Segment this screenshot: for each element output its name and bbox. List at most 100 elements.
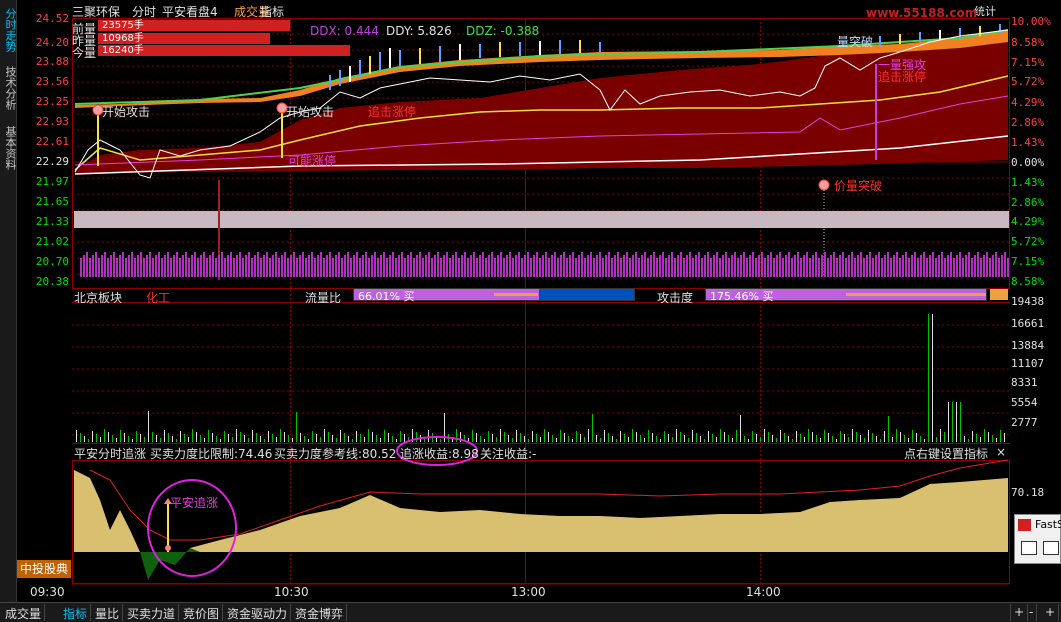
y-right-12: 7.15%	[1011, 255, 1045, 268]
y-left-5: 22.93	[35, 115, 69, 128]
tab-intraday[interactable]: 分时走势	[1, 8, 17, 52]
y-right-5: 2.86%	[1011, 116, 1045, 129]
stock-terminal: 分时走势 技术分析 基本资料 三聚环保 分时 平安看盘4 成交量 指标 统计 w…	[0, 0, 1061, 622]
vol-row-value-3: 16240手	[98, 45, 350, 56]
indicator-limit: 买卖力度比限制:74.46	[150, 447, 273, 461]
annot-price-volume-break: 价量突破	[834, 179, 883, 193]
annot-start-attack-2: 开始攻击	[286, 105, 335, 119]
y-right-0: 10.00%	[1011, 15, 1051, 28]
btab-zoom-out[interactable]: -	[1026, 604, 1038, 621]
pressure-band	[74, 211, 1009, 228]
mode-intraday[interactable]: 分时	[132, 3, 156, 20]
y-left-6: 22.61	[35, 135, 69, 148]
vol-axis-6: 2777	[1011, 416, 1038, 429]
ddx-value: DDX: 0.444	[310, 24, 379, 38]
vol-axis-0: 19438	[1011, 295, 1045, 308]
stats-button[interactable]: 统计	[974, 3, 996, 19]
purple-strip	[80, 252, 1009, 277]
annot-volume-break: 量突破	[837, 35, 874, 49]
fast-label: FastS	[1035, 518, 1061, 531]
flow-ratio-value: 66.01% 买	[358, 290, 415, 303]
btab-volume-ratio[interactable]: 量比	[92, 604, 124, 621]
y-left-4: 23.25	[35, 95, 69, 108]
ddz-value: DDZ: -0.388	[466, 24, 540, 38]
y-left-12: 20.70	[35, 255, 69, 268]
watermark: www.55188.com	[866, 6, 978, 20]
y-right-1: 8.58%	[1011, 36, 1045, 49]
tool-indicator[interactable]: 指标	[260, 3, 284, 20]
tab-technical[interactable]: 技术分析	[1, 66, 17, 110]
y-left-2: 23.88	[35, 55, 69, 68]
volume-bars	[76, 314, 1005, 442]
time-1030: 10:30	[274, 585, 309, 599]
btab-volume[interactable]: 成交量	[2, 604, 46, 621]
ddy-value: DDY: 5.826	[386, 24, 452, 38]
btab-capital-game[interactable]: 资金博弈	[292, 604, 348, 621]
vol-row-value-1: 23575手	[98, 20, 290, 31]
btab-add[interactable]: +	[1042, 604, 1060, 621]
indicator-close-button[interactable]: ×	[996, 445, 1006, 459]
sidebar: 分时走势 技术分析 基本资料	[0, 0, 17, 602]
attack-value: 175.46% 买	[710, 290, 774, 303]
vol-row-value-2: 10968手	[98, 33, 270, 44]
tab-fundamental[interactable]: 基本资料	[1, 126, 17, 170]
indicator-marker: 平安追涨	[170, 496, 219, 510]
btab-indicator[interactable]: 指标	[60, 604, 92, 621]
tool-pingan[interactable]: 平安看盘4	[162, 3, 218, 20]
y-right-3: 5.72%	[1011, 75, 1045, 88]
vol-row-label-3: 今量	[72, 46, 97, 60]
y-left-3: 23.56	[35, 75, 69, 88]
time-1300: 13:00	[511, 585, 546, 599]
indicator-name: 平安分时追涨	[74, 447, 147, 461]
y-left-0: 24.52	[35, 12, 69, 25]
annot-possible-limit: 可能涨停	[288, 154, 337, 168]
y-right-9: 2.86%	[1011, 196, 1045, 209]
btab-auction[interactable]: 竞价图	[180, 604, 224, 621]
annot-chase-limit: 追击涨停	[368, 105, 417, 119]
attack-label: 攻击度	[657, 291, 694, 305]
indicator-ref: 买卖力度参考线:80.52	[274, 447, 397, 461]
vol-axis-4: 8331	[1011, 376, 1038, 389]
flow-ratio-label: 流量比	[305, 291, 342, 305]
flow-ratio-bar: 66.01% 买	[353, 288, 635, 303]
indicator-area	[74, 470, 1008, 552]
annot-top-b: 追击涨停	[878, 70, 927, 84]
y-left-7: 22.29	[35, 155, 69, 168]
vol-axis-2: 13884	[1011, 339, 1045, 352]
indicator-axis-value: 70.18	[1011, 486, 1045, 499]
stock-name: 三聚环保	[72, 5, 121, 19]
fast-popup[interactable]: FastS	[1014, 514, 1061, 564]
brand-button[interactable]: 中投股典	[17, 560, 71, 578]
y-right-2: 7.15%	[1011, 56, 1045, 69]
indicator-gain: 追涨收益:8.98	[400, 447, 479, 461]
y-right-6: 1.43%	[1011, 136, 1045, 149]
y-right-10: 4.29%	[1011, 215, 1045, 228]
bottom-tabbar: 成交量 指标 量比 买卖力道 竞价图 资金驱动力 资金博弈 + - +	[0, 602, 1061, 622]
btab-buy-sell[interactable]: 买卖力道	[124, 604, 180, 621]
y-right-11: 5.72%	[1011, 235, 1045, 248]
indicator-focus: 关注收益:-	[480, 447, 537, 461]
attack-bar: 175.46% 买	[705, 288, 987, 303]
btab-capital-drive[interactable]: 资金驱动力	[224, 604, 292, 621]
y-right-7: 0.00%	[1011, 156, 1045, 169]
vol-axis-5: 5554	[1011, 396, 1038, 409]
indicator-settings[interactable]: 点右键设置指标	[904, 445, 988, 462]
y-left-1: 24.20	[35, 36, 69, 49]
y-left-8: 21.97	[35, 175, 69, 188]
time-1400: 14:00	[746, 585, 781, 599]
fast-logo-icon	[1018, 519, 1031, 531]
y-right-13: 8.58%	[1011, 275, 1045, 288]
y-left-10: 21.33	[35, 215, 69, 228]
y-left-9: 21.65	[35, 195, 69, 208]
y-right-4: 4.29%	[1011, 96, 1045, 109]
board-sector[interactable]: 化工	[146, 289, 170, 306]
fast-window-icon[interactable]	[1021, 541, 1037, 555]
annot-start-attack-1: 开始攻击	[102, 105, 151, 119]
y-left-13: 20.38	[35, 275, 69, 288]
time-0930: 09:30	[30, 585, 65, 599]
vol-axis-3: 11107	[1011, 357, 1045, 370]
attack-bar-end	[990, 289, 1008, 300]
vol-axis-1: 16661	[1011, 317, 1045, 330]
fast-restore-icon[interactable]	[1043, 541, 1059, 555]
y-right-8: 1.43%	[1011, 176, 1045, 189]
